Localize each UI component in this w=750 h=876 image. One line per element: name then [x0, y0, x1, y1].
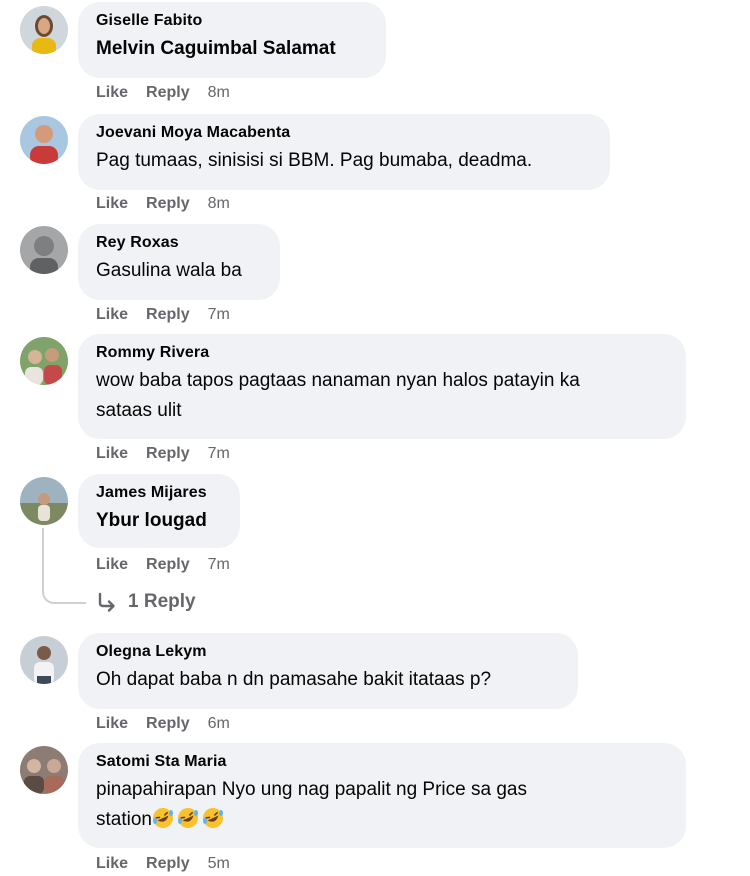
comment-text-line: station — [96, 805, 668, 834]
comment-text: wow baba tapos pagtaas nanaman nyan halo… — [96, 366, 668, 425]
like-button[interactable]: Like — [96, 305, 128, 325]
comment-text-segment: station — [96, 809, 152, 830]
reply-button[interactable]: Reply — [146, 555, 190, 575]
comment-timestamp[interactable]: 7m — [208, 444, 230, 464]
comment-author[interactable]: Joevani Moya Macabenta — [96, 123, 592, 143]
reply-button[interactable]: Reply — [146, 854, 190, 874]
avatar[interactable] — [20, 636, 68, 684]
comment-bubble: Rey Roxas Gasulina wala ba — [78, 224, 280, 300]
like-button[interactable]: Like — [96, 83, 128, 103]
comment-actions: Like Reply 8m — [96, 83, 230, 103]
comment-text: Pag tumaas, sinisisi si BBM. Pag bumaba,… — [96, 150, 533, 171]
avatar[interactable] — [20, 477, 68, 525]
like-button[interactable]: Like — [96, 555, 128, 575]
comment-text: pinapahirapan Nyo ung nag papalit ng Pri… — [96, 775, 668, 834]
comment-actions: Like Reply 5m — [96, 854, 230, 874]
comment-actions: Like Reply 7m — [96, 444, 230, 464]
comment-author[interactable]: Rey Roxas — [96, 233, 262, 253]
thread-connector — [42, 528, 86, 604]
comment-text: Gasulina wala ba — [96, 260, 242, 281]
reply-button[interactable]: Reply — [146, 83, 190, 103]
comment-timestamp[interactable]: 6m — [208, 714, 230, 734]
reply-button[interactable]: Reply — [146, 444, 190, 464]
comment-timestamp[interactable]: 5m — [208, 854, 230, 874]
comment-timestamp[interactable]: 7m — [208, 555, 230, 575]
like-button[interactable]: Like — [96, 444, 128, 464]
avatar[interactable] — [20, 116, 68, 164]
comment-actions: Like Reply 7m — [96, 305, 230, 325]
comment-timestamp[interactable]: 8m — [208, 194, 230, 214]
comment-text: Melvin Caguimbal Salamat — [96, 38, 336, 59]
comment-timestamp[interactable]: 7m — [208, 305, 230, 325]
comment-author[interactable]: Olegna Lekym — [96, 642, 560, 662]
comment-text-line: wow baba tapos pagtaas nanaman nyan halo… — [96, 370, 580, 391]
comment-bubble: James Mijares Ybur lougad — [78, 474, 240, 548]
comment-text-line: pinapahirapan Nyo ung nag papalit ng Pri… — [96, 779, 527, 800]
reply-button[interactable]: Reply — [146, 305, 190, 325]
rolling-laughing-emoji-group — [152, 808, 227, 830]
reply-button[interactable]: Reply — [146, 714, 190, 734]
comment-author[interactable]: James Mijares — [96, 483, 222, 503]
comment-text: Ybur lougad — [96, 510, 207, 531]
comment-author[interactable]: Rommy Rivera — [96, 343, 668, 363]
comment-bubble: Olegna Lekym Oh dapat baba n dn pamasahe… — [78, 633, 578, 709]
reply-arrow-icon — [98, 592, 115, 612]
comment-text-line: sataas ulit — [96, 400, 182, 421]
comment-author[interactable]: Giselle Fabito — [96, 11, 368, 31]
like-button[interactable]: Like — [96, 714, 128, 734]
comment-actions: Like Reply 6m — [96, 714, 230, 734]
replies-count-label[interactable]: 1 Reply — [128, 591, 196, 613]
comment-actions: Like Reply 7m — [96, 555, 230, 575]
rolling-laughing-emoji — [152, 808, 173, 828]
reply-button[interactable]: Reply — [146, 194, 190, 214]
avatar[interactable] — [20, 226, 68, 274]
comment-bubble: Satomi Sta Maria pinapahirapan Nyo ung n… — [78, 743, 686, 848]
avatar[interactable] — [20, 6, 68, 54]
comment-bubble: Joevani Moya Macabenta Pag tumaas, sinis… — [78, 114, 610, 190]
like-button[interactable]: Like — [96, 854, 128, 874]
comment-bubble: Rommy Rivera wow baba tapos pagtaas nana… — [78, 334, 686, 439]
avatar[interactable] — [20, 337, 68, 385]
comment-actions: Like Reply 8m — [96, 194, 230, 214]
rolling-laughing-emoji — [202, 808, 223, 828]
view-replies-link[interactable]: 1 Reply — [96, 591, 196, 613]
comment-timestamp[interactable]: 8m — [208, 83, 230, 103]
comment-text: Oh dapat baba n dn pamasahe bakit itataa… — [96, 669, 492, 690]
avatar[interactable] — [20, 746, 68, 794]
comment-author[interactable]: Satomi Sta Maria — [96, 752, 668, 772]
like-button[interactable]: Like — [96, 194, 128, 214]
rolling-laughing-emoji — [177, 808, 198, 828]
comment-bubble: Giselle Fabito Melvin Caguimbal Salamat — [78, 2, 386, 78]
